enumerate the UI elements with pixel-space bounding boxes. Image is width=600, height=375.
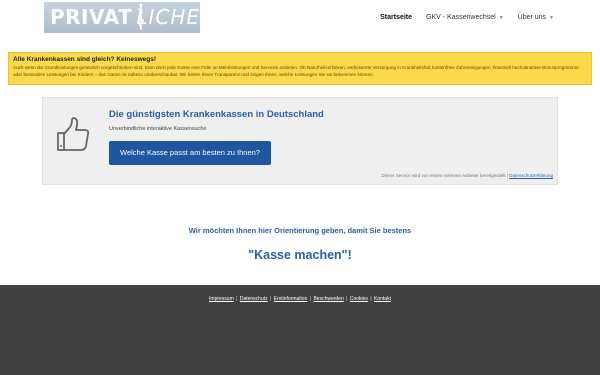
footer-separator: |	[346, 296, 348, 302]
site-header: PRIVAT LICHE Startseite GKV - Kassenwech…	[0, 0, 600, 46]
footer-link-erstinformation[interactable]: Erstinformation	[274, 296, 308, 302]
main-nav: Startseite GKV - Kassenwechsel ▼ Über uns…	[366, 14, 554, 21]
footer-link-cookies[interactable]: Cookies	[350, 296, 368, 302]
nav-item-gkv-kassenwechsel[interactable]: GKV - Kassenwechsel ▼	[426, 14, 504, 21]
logo-text-left: PRIVAT	[50, 5, 133, 29]
notice-banner: Alle Krankenkassen sind gleich? Keineswe…	[8, 52, 592, 85]
footer-separator: |	[270, 296, 272, 302]
nav-item-label: Startseite	[380, 14, 413, 21]
notice-text: Auch wenn die Grundleistungen gesetzlich…	[13, 65, 579, 77]
service-note-text: Dieser Service wird von einem externen A…	[381, 173, 508, 178]
nav-item-label: Über uns	[517, 14, 547, 21]
kassensuche-button[interactable]: Welche Kasse passt am besten zu Ihnen?	[109, 141, 271, 165]
site-logo[interactable]: PRIVAT LICHE	[44, 2, 200, 33]
footer-link-kontakt[interactable]: Kontakt	[374, 296, 391, 302]
site-footer: Impressum | Datenschutz | Erstinformatio…	[0, 285, 600, 375]
footer-links: Impressum | Datenschutz | Erstinformatio…	[0, 296, 600, 302]
kasse-machen-heading: "Kasse machen"!	[248, 248, 352, 262]
thumbs-up-icon	[55, 117, 91, 153]
notice-title: Alle Krankenkassen sind gleich? Keineswe…	[13, 56, 157, 63]
kassensuche-box: Die günstigsten Krankenkassen in Deutsch…	[42, 97, 558, 185]
footer-link-beschwerden[interactable]: Beschwerden	[313, 296, 343, 302]
nav-item-startseite[interactable]: Startseite	[380, 14, 412, 21]
footer-link-impressum[interactable]: Impressum	[209, 296, 234, 302]
box-title: Die günstigsten Krankenkassen in Deutsch…	[109, 109, 324, 120]
chevron-down-icon: ▼	[549, 15, 554, 21]
nav-item-ueber-uns[interactable]: Über uns ▼	[518, 14, 554, 21]
datenschutz-link[interactable]: Datenschutzerklärung	[509, 173, 553, 178]
orientation-text: Wir möchten Ihnen hier Orientierung gebe…	[188, 226, 412, 235]
footer-link-datenschutz[interactable]: Datenschutz	[240, 296, 268, 302]
footer-separator: |	[309, 296, 312, 302]
footer-separator: |	[370, 296, 372, 302]
box-subtitle: Unverbindliche interaktive Kassensuche	[109, 126, 207, 132]
footer-separator: |	[236, 296, 238, 302]
service-note: Dieser Service wird von einem externen A…	[381, 173, 553, 178]
chevron-down-icon: ▼	[498, 15, 504, 21]
nav-item-label: GKV - Kassenwechsel	[426, 14, 496, 21]
